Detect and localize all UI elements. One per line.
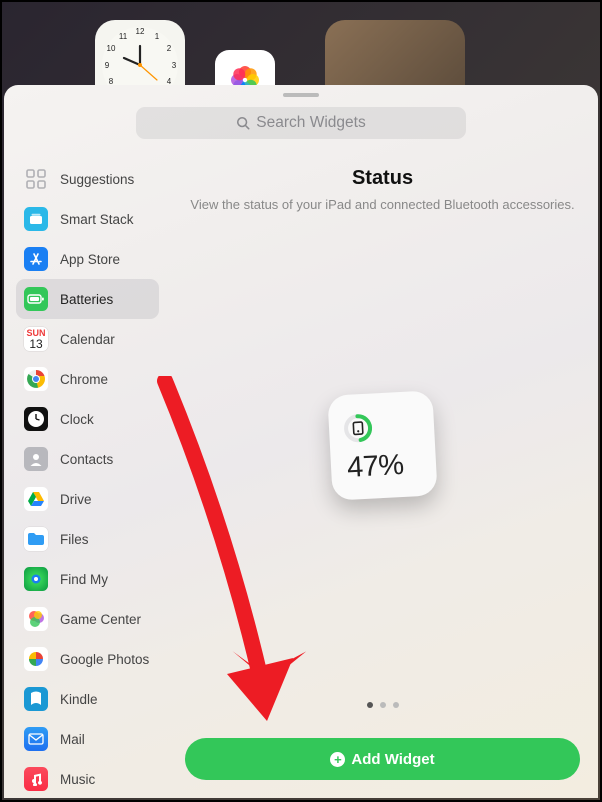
widget-source-sidebar[interactable]: Suggestions Smart Stack App Store Batter… <box>4 159 167 798</box>
sidebar-item-calendar[interactable]: SUN 13 Calendar <box>16 319 159 359</box>
sidebar-item-label: Clock <box>60 412 94 427</box>
sidebar-item-label: Kindle <box>60 692 98 707</box>
sidebar-item-files[interactable]: Files <box>16 519 159 559</box>
widget-title: Status <box>352 167 413 190</box>
sidebar-item-find-my[interactable]: Find My <box>16 559 159 599</box>
drive-icon <box>24 487 48 511</box>
sidebar-item-batteries[interactable]: Batteries <box>16 279 159 319</box>
widget-detail-panel: Status View the status of your iPad and … <box>167 159 598 798</box>
chrome-icon <box>24 367 48 391</box>
contacts-icon <box>24 447 48 471</box>
game-center-icon <box>24 607 48 631</box>
svg-text:9: 9 <box>105 61 110 70</box>
sidebar-item-label: Google Photos <box>60 652 149 667</box>
sidebar-item-label: Chrome <box>60 372 108 387</box>
files-icon <box>24 527 48 551</box>
sidebar-item-smart-stack[interactable]: Smart Stack <box>16 199 159 239</box>
sidebar-item-label: Mail <box>60 732 85 747</box>
widget-subtitle: View the status of your iPad and connect… <box>190 196 574 214</box>
svg-text:12: 12 <box>136 27 145 36</box>
music-icon <box>24 767 48 791</box>
svg-text:11: 11 <box>119 32 128 41</box>
sidebar-item-music[interactable]: Music <box>16 759 159 798</box>
sidebar-item-app-store[interactable]: App Store <box>16 239 159 279</box>
google-photos-icon <box>24 647 48 671</box>
sidebar-item-game-center[interactable]: Game Center <box>16 599 159 639</box>
batteries-icon <box>24 287 48 311</box>
clock-icon <box>24 407 48 431</box>
svg-text:10: 10 <box>107 44 116 53</box>
sidebar-item-clock[interactable]: Clock <box>16 399 159 439</box>
sidebar-item-label: Drive <box>60 492 92 507</box>
sidebar-item-label: Files <box>60 532 89 547</box>
page-indicator[interactable] <box>367 702 399 708</box>
search-placeholder: Search Widgets <box>256 114 365 132</box>
sidebar-item-label: App Store <box>60 252 120 267</box>
calendar-icon: SUN 13 <box>24 327 48 351</box>
sidebar-item-label: Suggestions <box>60 172 134 187</box>
page-dot[interactable] <box>393 702 399 708</box>
sheet-grabber[interactable] <box>283 93 319 97</box>
battery-ring-icon <box>342 413 374 445</box>
widget-gallery-sheet: Search Widgets Suggestions Smart Stack <box>4 85 598 798</box>
widget-preview-carousel[interactable]: 47% <box>185 214 580 698</box>
page-dot[interactable] <box>367 702 373 708</box>
app-store-icon <box>24 247 48 271</box>
add-widget-button[interactable]: + Add Widget <box>185 738 580 780</box>
sidebar-item-label: Game Center <box>60 612 141 627</box>
add-widget-label: Add Widget <box>351 751 434 768</box>
find-my-icon <box>24 567 48 591</box>
svg-text:3: 3 <box>172 61 177 70</box>
search-input[interactable]: Search Widgets <box>136 107 466 139</box>
svg-text:2: 2 <box>167 44 172 53</box>
sidebar-item-label: Contacts <box>60 452 113 467</box>
sidebar-item-label: Calendar <box>60 332 115 347</box>
sidebar-item-label: Find My <box>60 572 108 587</box>
sidebar-item-label: Music <box>60 772 95 787</box>
suggestions-icon <box>24 167 48 191</box>
battery-widget-preview: 47% <box>327 391 437 501</box>
svg-text:1: 1 <box>155 32 160 41</box>
sidebar-item-label: Smart Stack <box>60 212 134 227</box>
mail-icon <box>24 727 48 751</box>
sidebar-item-google-photos[interactable]: Google Photos <box>16 639 159 679</box>
plus-icon: + <box>330 752 345 767</box>
sidebar-item-suggestions[interactable]: Suggestions <box>16 159 159 199</box>
sidebar-item-contacts[interactable]: Contacts <box>16 439 159 479</box>
kindle-icon <box>24 687 48 711</box>
search-icon <box>236 116 250 130</box>
sidebar-item-mail[interactable]: Mail <box>16 719 159 759</box>
sidebar-item-drive[interactable]: Drive <box>16 479 159 519</box>
sidebar-item-chrome[interactable]: Chrome <box>16 359 159 399</box>
page-dot[interactable] <box>380 702 386 708</box>
battery-percent-label: 47% <box>346 449 404 485</box>
sidebar-item-label: Batteries <box>60 292 113 307</box>
smart-stack-icon <box>24 207 48 231</box>
sidebar-item-kindle[interactable]: Kindle <box>16 679 159 719</box>
